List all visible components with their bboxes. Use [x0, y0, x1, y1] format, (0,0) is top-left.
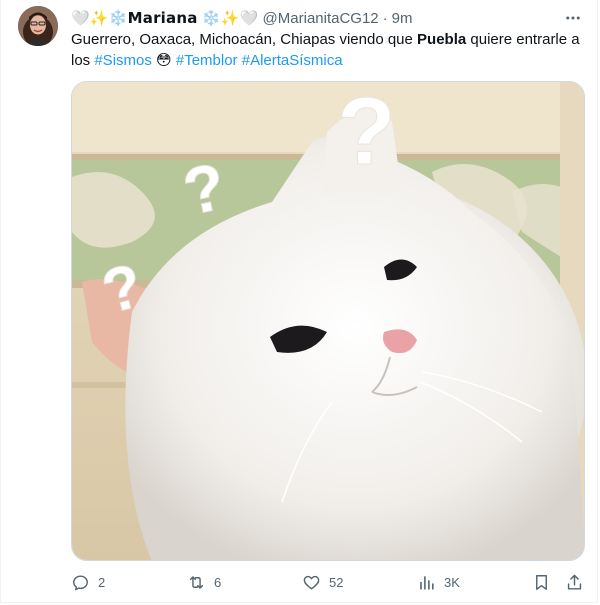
views-count: 3K: [444, 574, 460, 590]
hashtag-temblor[interactable]: #Temblor: [176, 52, 238, 69]
views-button[interactable]: 3K: [417, 570, 460, 594]
action-bar: 2 6 52 3K: [71, 570, 587, 594]
tweet-image[interactable]: ? ? ?: [71, 81, 585, 561]
tweet-text-bold: Puebla: [417, 31, 467, 48]
more-options-icon[interactable]: [563, 8, 583, 28]
repost-count: 6: [214, 574, 222, 590]
tweet-card[interactable]: 🤍✨❄️𝗠𝗮𝗿𝗶𝗮𝗻𝗮 ❄️✨🤍 @MarianitaCG12 · 9m Gue…: [0, 0, 598, 603]
reply-button[interactable]: 2: [71, 570, 105, 594]
tweet-text: Guerrero, Oaxaca, Michoacán, Chiapas vie…: [71, 29, 587, 71]
avatar[interactable]: [18, 6, 58, 46]
repost-icon: [189, 575, 204, 589]
display-name[interactable]: 🤍✨❄️𝗠𝗮𝗿𝗶𝗮𝗻𝗮 ❄️✨🤍: [71, 9, 259, 27]
hashtag-alerta-sismica[interactable]: #AlertaSísmica: [242, 52, 343, 69]
views-chart-icon: [420, 575, 434, 590]
hashtag-sismos[interactable]: #Sismos: [94, 52, 152, 69]
like-button[interactable]: 52: [302, 570, 343, 594]
timestamp[interactable]: 9m: [392, 10, 413, 27]
question-mark: ?: [337, 82, 396, 185]
repost-button[interactable]: 6: [187, 570, 221, 594]
share-icon: [567, 574, 582, 590]
share-button[interactable]: [565, 570, 584, 594]
reply-icon: [73, 574, 88, 590]
tweet-header: 🤍✨❄️𝗠𝗮𝗿𝗶𝗮𝗻𝗮 ❄️✨🤍 @MarianitaCG12 · 9m: [71, 8, 583, 28]
heart-icon: [303, 575, 320, 590]
reply-count: 2: [98, 574, 106, 590]
like-count: 52: [329, 574, 344, 590]
tweet-text-part: Guerrero, Oaxaca, Michoacán, Chiapas vie…: [71, 31, 418, 48]
bookmark-icon: [536, 574, 547, 590]
user-handle[interactable]: @MarianitaCG12: [263, 10, 379, 27]
emoji-flushed: 😳: [151, 52, 176, 69]
separator-dot: ·: [382, 9, 388, 27]
bookmark-button[interactable]: [532, 570, 551, 594]
